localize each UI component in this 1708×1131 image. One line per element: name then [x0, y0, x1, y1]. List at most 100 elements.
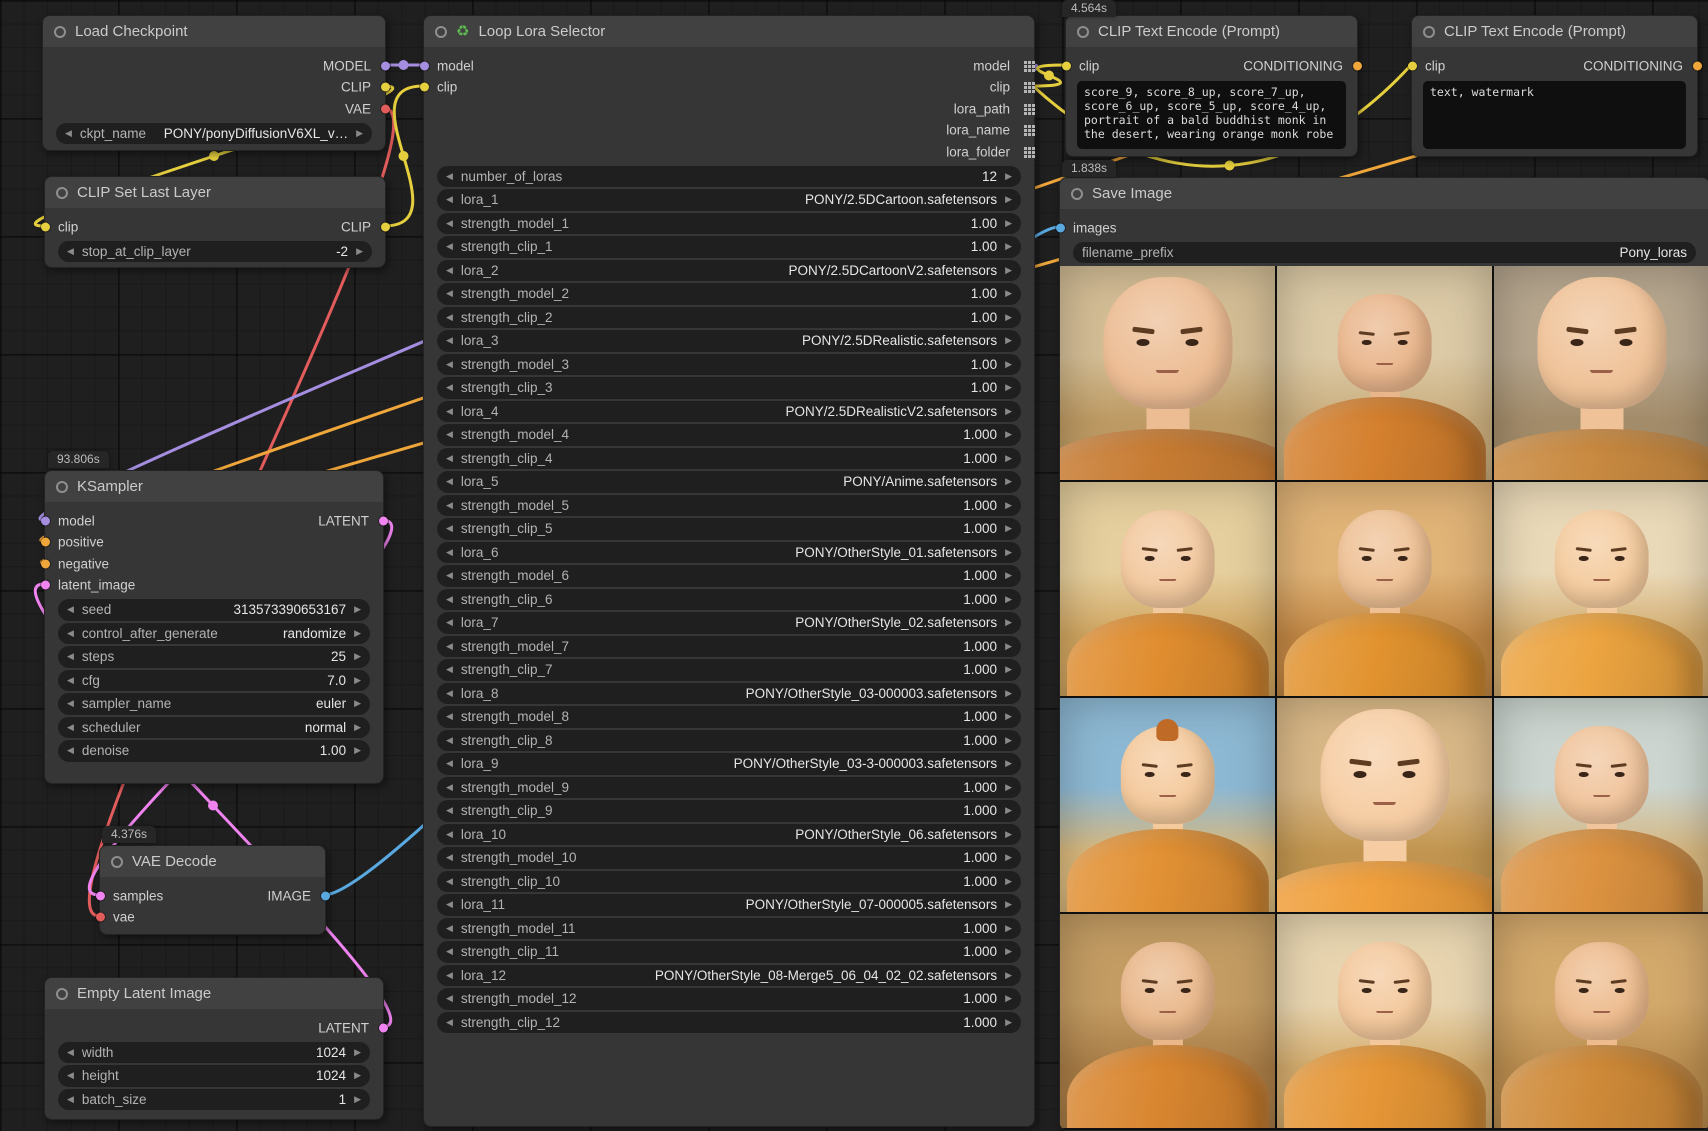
widget-seed[interactable]: ◀seed313573390653167▶ [58, 599, 370, 621]
decrement-arrow-icon[interactable]: ◀ [446, 219, 453, 228]
decrement-arrow-icon[interactable]: ◀ [446, 477, 453, 486]
increment-arrow-icon[interactable]: ▶ [354, 652, 361, 661]
decrement-arrow-icon[interactable]: ◀ [446, 736, 453, 745]
decrement-arrow-icon[interactable]: ◀ [446, 571, 453, 580]
decrement-arrow-icon[interactable]: ◀ [446, 289, 453, 298]
input-slot-positive[interactable] [41, 538, 50, 547]
node-header[interactable]: CLIP Set Last Layer [45, 177, 385, 208]
increment-arrow-icon[interactable]: ▶ [1005, 219, 1012, 228]
decrement-arrow-icon[interactable]: ◀ [446, 383, 453, 392]
collapse-dot[interactable] [1071, 188, 1083, 200]
widget-number_of_loras[interactable]: ◀number_of_loras12▶ [437, 166, 1021, 188]
grid-output-icon[interactable] [1024, 82, 1027, 85]
increment-arrow-icon[interactable]: ▶ [1005, 383, 1012, 392]
decrement-arrow-icon[interactable]: ◀ [67, 676, 74, 685]
widget-strength_clip_12[interactable]: ◀strength_clip_121.000▶ [437, 1012, 1021, 1034]
increment-arrow-icon[interactable]: ▶ [1005, 501, 1012, 510]
increment-arrow-icon[interactable]: ▶ [1005, 994, 1012, 1003]
increment-arrow-icon[interactable]: ▶ [1005, 524, 1012, 533]
decrement-arrow-icon[interactable]: ◀ [67, 247, 74, 256]
widget-strength_model_11[interactable]: ◀strength_model_111.000▶ [437, 918, 1021, 940]
increment-arrow-icon[interactable]: ▶ [1005, 242, 1012, 251]
output-slot-CONDITIONING[interactable] [1353, 61, 1362, 70]
decrement-arrow-icon[interactable]: ◀ [446, 313, 453, 322]
decrement-arrow-icon[interactable]: ◀ [67, 605, 74, 614]
widget-stop_at_clip_layer[interactable]: ◀stop_at_clip_layer-2▶ [58, 241, 372, 263]
widget-strength_model_7[interactable]: ◀strength_model_71.000▶ [437, 636, 1021, 658]
collapse-dot[interactable] [1077, 26, 1089, 38]
widget-filename_prefix[interactable]: filename_prefixPony_loras [1073, 242, 1696, 264]
output-slot-CONDITIONING[interactable] [1693, 61, 1702, 70]
increment-arrow-icon[interactable]: ▶ [354, 1048, 361, 1057]
widget-strength_model_2[interactable]: ◀strength_model_21.00▶ [437, 283, 1021, 305]
increment-arrow-icon[interactable]: ▶ [1005, 877, 1012, 886]
widget-lora_8[interactable]: ◀lora_8PONY/OtherStyle_03-000003.safeten… [437, 683, 1021, 705]
decrement-arrow-icon[interactable]: ◀ [446, 1018, 453, 1027]
grid-output-icon[interactable] [1024, 61, 1027, 64]
widget-strength_model_10[interactable]: ◀strength_model_101.000▶ [437, 847, 1021, 869]
widget-lora_4[interactable]: ◀lora_4PONY/2.5DRealisticV2.safetensors▶ [437, 401, 1021, 423]
increment-arrow-icon[interactable]: ▶ [1005, 571, 1012, 580]
increment-arrow-icon[interactable]: ▶ [1005, 266, 1012, 275]
decrement-arrow-icon[interactable]: ◀ [67, 1048, 74, 1057]
increment-arrow-icon[interactable]: ▶ [354, 1071, 361, 1080]
decrement-arrow-icon[interactable]: ◀ [446, 501, 453, 510]
node-header[interactable]: Save Image [1060, 178, 1708, 209]
node-save-image[interactable]: Save Image images filename_prefixPony_lo… [1059, 177, 1708, 1131]
node-clip-text-encode-positive[interactable]: CLIP Text Encode (Prompt) clipCONDITIONI… [1065, 15, 1358, 157]
increment-arrow-icon[interactable]: ▶ [1005, 830, 1012, 839]
decrement-arrow-icon[interactable]: ◀ [65, 129, 72, 138]
widget-lora_12[interactable]: ◀lora_12PONY/OtherStyle_08-Merge5_06_04_… [437, 965, 1021, 987]
collapse-dot[interactable] [56, 187, 68, 199]
increment-arrow-icon[interactable]: ▶ [354, 699, 361, 708]
widget-strength_clip_8[interactable]: ◀strength_clip_81.000▶ [437, 730, 1021, 752]
input-slot-clip[interactable] [1408, 61, 1417, 70]
increment-arrow-icon[interactable]: ▶ [354, 605, 361, 614]
increment-arrow-icon[interactable]: ▶ [1005, 759, 1012, 768]
prompt-textarea[interactable]: text, watermark [1423, 81, 1686, 149]
widget-strength_clip_5[interactable]: ◀strength_clip_51.000▶ [437, 518, 1021, 540]
increment-arrow-icon[interactable]: ▶ [356, 129, 363, 138]
widget-ckpt_name[interactable]: ◀ckpt_namePONY/ponyDiffusionV6XL_v…▶ [56, 123, 372, 145]
decrement-arrow-icon[interactable]: ◀ [446, 195, 453, 204]
collapse-dot[interactable] [54, 26, 66, 38]
increment-arrow-icon[interactable]: ▶ [1005, 971, 1012, 980]
node-ksampler[interactable]: KSampler modelLATENTpositivenegativelate… [44, 470, 384, 784]
increment-arrow-icon[interactable]: ▶ [1005, 289, 1012, 298]
input-slot-clip[interactable] [41, 222, 50, 231]
widget-control_after_generate[interactable]: ◀control_after_generaterandomize▶ [58, 623, 370, 645]
decrement-arrow-icon[interactable]: ◀ [67, 1071, 74, 1080]
decrement-arrow-icon[interactable]: ◀ [67, 629, 74, 638]
increment-arrow-icon[interactable]: ▶ [1005, 736, 1012, 745]
widget-lora_6[interactable]: ◀lora_6PONY/OtherStyle_01.safetensors▶ [437, 542, 1021, 564]
widget-strength_clip_10[interactable]: ◀strength_clip_101.000▶ [437, 871, 1021, 893]
decrement-arrow-icon[interactable]: ◀ [446, 407, 453, 416]
input-slot-latent_image[interactable] [41, 581, 50, 590]
input-slot-model[interactable] [41, 516, 50, 525]
widget-lora_2[interactable]: ◀lora_2PONY/2.5DCartoonV2.safetensors▶ [437, 260, 1021, 282]
output-slot-MODEL[interactable] [381, 61, 390, 70]
output-slot-VAE[interactable] [381, 104, 390, 113]
node-vae-decode[interactable]: VAE Decode samplesIMAGEvae [99, 845, 326, 935]
widget-lora_11[interactable]: ◀lora_11PONY/OtherStyle_07-000005.safete… [437, 894, 1021, 916]
decrement-arrow-icon[interactable]: ◀ [446, 924, 453, 933]
output-slot-CLIP[interactable] [381, 222, 390, 231]
decrement-arrow-icon[interactable]: ◀ [446, 853, 453, 862]
increment-arrow-icon[interactable]: ▶ [354, 629, 361, 638]
widget-width[interactable]: ◀width1024▶ [58, 1042, 370, 1064]
decrement-arrow-icon[interactable]: ◀ [67, 699, 74, 708]
increment-arrow-icon[interactable]: ▶ [1005, 665, 1012, 674]
decrement-arrow-icon[interactable]: ◀ [67, 746, 74, 755]
increment-arrow-icon[interactable]: ▶ [1005, 477, 1012, 486]
input-slot-images[interactable] [1056, 223, 1065, 232]
widget-sampler_name[interactable]: ◀sampler_nameeuler▶ [58, 693, 370, 715]
decrement-arrow-icon[interactable]: ◀ [67, 723, 74, 732]
decrement-arrow-icon[interactable]: ◀ [446, 689, 453, 698]
grid-output-icon[interactable] [1024, 147, 1027, 150]
decrement-arrow-icon[interactable]: ◀ [446, 172, 453, 181]
decrement-arrow-icon[interactable]: ◀ [446, 642, 453, 651]
increment-arrow-icon[interactable]: ▶ [1005, 595, 1012, 604]
widget-strength_model_8[interactable]: ◀strength_model_81.000▶ [437, 706, 1021, 728]
increment-arrow-icon[interactable]: ▶ [354, 746, 361, 755]
decrement-arrow-icon[interactable]: ◀ [446, 360, 453, 369]
